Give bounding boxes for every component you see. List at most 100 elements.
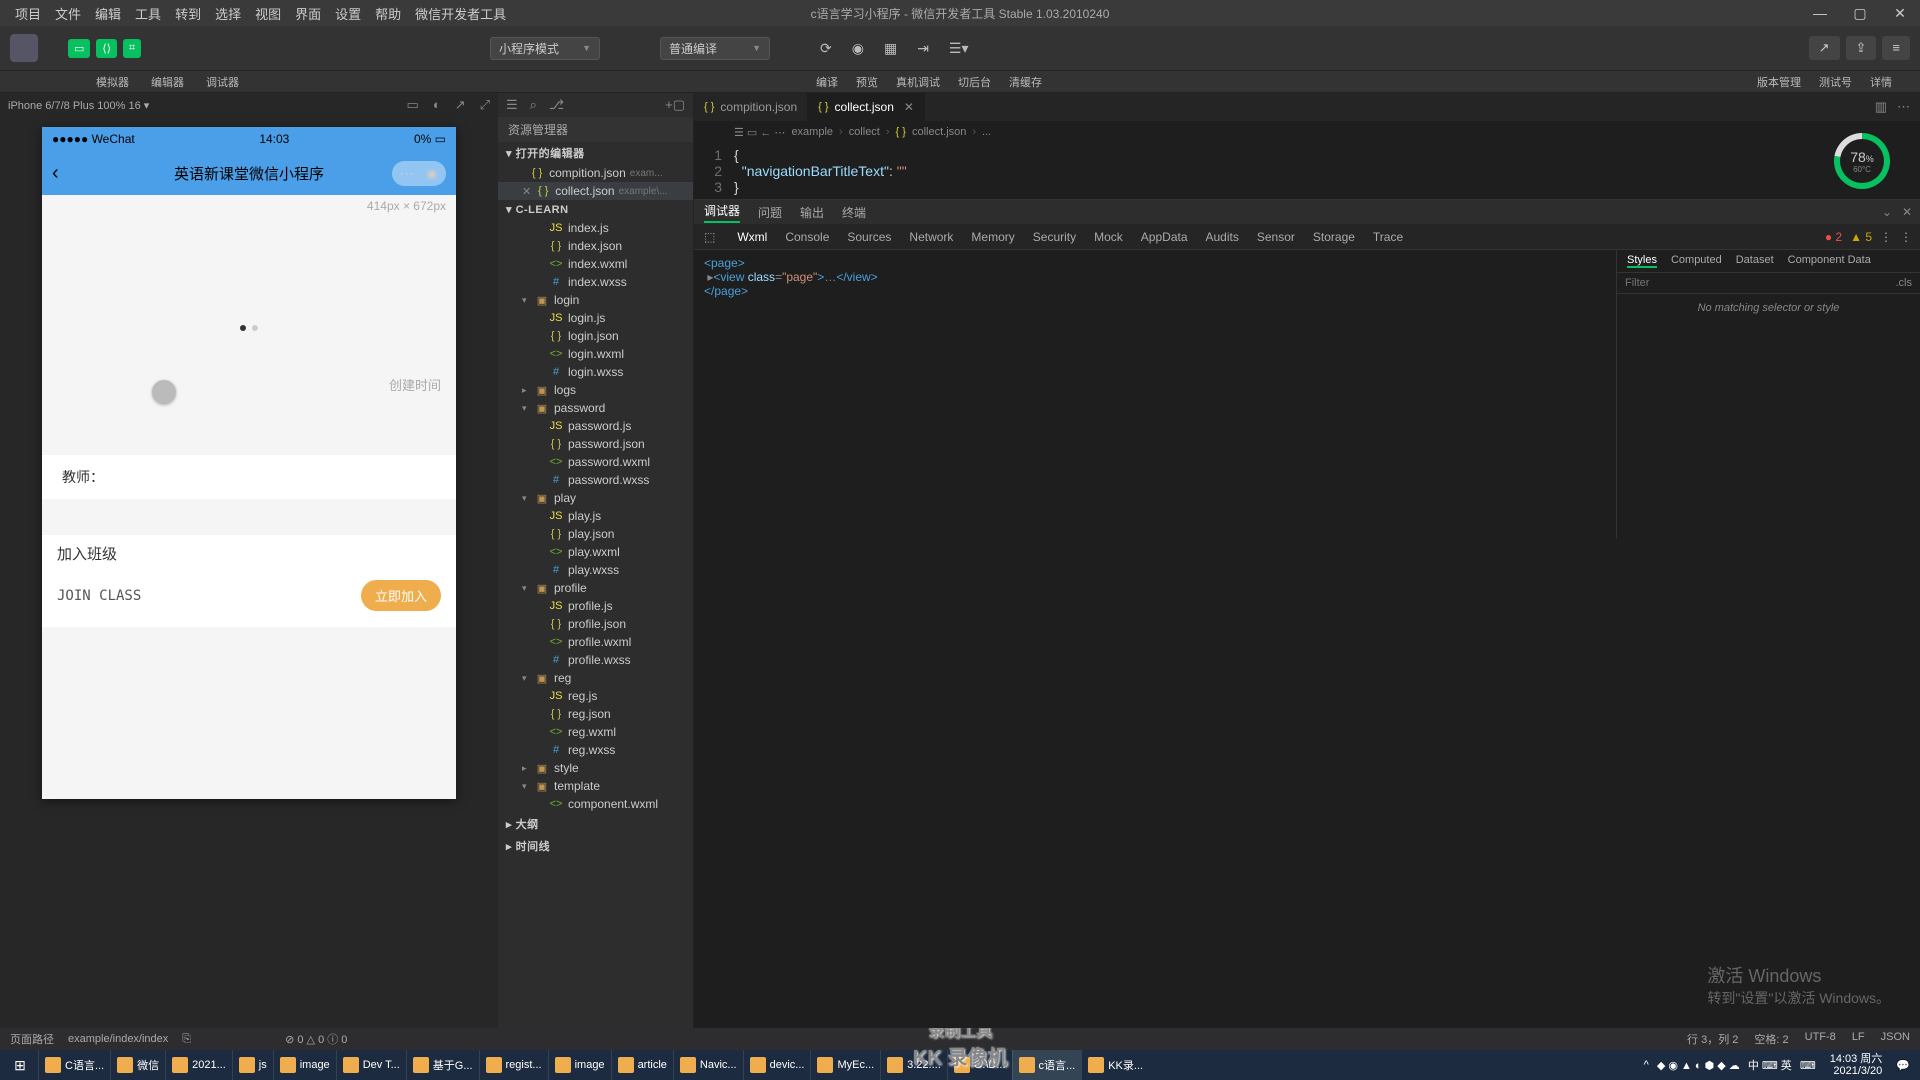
remote-debug-icon[interactable]: ▦: [874, 40, 907, 57]
tray-keyboard-icon[interactable]: ⌨: [1800, 1059, 1816, 1072]
taskbar-item[interactable]: regist...: [479, 1050, 548, 1080]
folder-logs[interactable]: ▸▣logs: [498, 381, 693, 399]
taskbar-item[interactable]: image: [548, 1050, 611, 1080]
styles-tab-Component Data[interactable]: Component Data: [1788, 254, 1871, 268]
devtab2-Trace[interactable]: Trace: [1373, 230, 1403, 244]
devtools-more2-icon[interactable]: ⋮: [1900, 230, 1912, 244]
menu-icon[interactable]: ☰: [506, 97, 518, 113]
code-editor[interactable]: 1{ 2 "navigationBarTitleText": "" 3}: [694, 143, 1920, 199]
capsule-menu[interactable]: ⋯◉: [392, 161, 446, 186]
taskbar-item[interactable]: 基于G...: [406, 1050, 479, 1080]
version-button[interactable]: ⇪: [1846, 36, 1877, 60]
inspect-icon[interactable]: ⬚: [704, 230, 715, 244]
file-play.wxss[interactable]: #play.wxss: [498, 561, 693, 579]
menu-帮助[interactable]: 帮助: [368, 7, 408, 22]
file-profile.wxml[interactable]: <>profile.wxml: [498, 633, 693, 651]
file-login.wxml[interactable]: <>login.wxml: [498, 345, 693, 363]
taskbar-item[interactable]: c语言...: [1012, 1050, 1082, 1080]
devtab2-Security[interactable]: Security: [1033, 230, 1076, 244]
devtab2-Console[interactable]: Console: [785, 230, 829, 244]
project-root[interactable]: ▾ C-LEARN: [498, 200, 693, 219]
taskbar-item[interactable]: image: [273, 1050, 336, 1080]
warning-badge[interactable]: ▲ 5: [1850, 230, 1872, 244]
mode-select[interactable]: 小程序模式▼: [490, 37, 600, 60]
open-file[interactable]: ✕{ }collect.jsonexample\...: [498, 182, 693, 200]
cls-toggle[interactable]: .cls: [1896, 277, 1913, 289]
devtab2-Network[interactable]: Network: [909, 230, 953, 244]
search-icon[interactable]: ⌕: [530, 97, 537, 113]
styles-tab-Styles[interactable]: Styles: [1627, 254, 1657, 268]
taskbar-item[interactable]: devic...: [743, 1050, 811, 1080]
folder-reg[interactable]: ▾▣reg: [498, 669, 693, 687]
devtools-more-icon[interactable]: ⋮: [1880, 230, 1892, 244]
file-profile.json[interactable]: { }profile.json: [498, 615, 693, 633]
devtab2-Storage[interactable]: Storage: [1313, 230, 1355, 244]
close-button[interactable]: ✕: [1880, 5, 1920, 22]
folder-style[interactable]: ▸▣style: [498, 759, 693, 777]
file-login.wxss[interactable]: #login.wxss: [498, 363, 693, 381]
taskbar-clock[interactable]: 14:03 周六 2021/3/20: [1824, 1053, 1889, 1077]
file-reg.wxml[interactable]: <>reg.wxml: [498, 723, 693, 741]
sim-icon-1[interactable]: ▭: [407, 97, 419, 113]
taskbar-item[interactable]: C语言...: [38, 1050, 110, 1080]
user-avatar[interactable]: [10, 34, 38, 62]
devtab1-终端[interactable]: 终端: [842, 204, 866, 221]
minimize-button[interactable]: —: [1800, 5, 1840, 22]
devtab2-Mock[interactable]: Mock: [1094, 230, 1123, 244]
editor-toggle[interactable]: ⟨⟩: [96, 39, 117, 58]
menu-设置[interactable]: 设置: [328, 7, 368, 22]
sim-icon-3[interactable]: ↗: [455, 97, 466, 113]
menu-选择[interactable]: 选择: [208, 7, 248, 22]
simulator-toggle[interactable]: ▭: [68, 39, 90, 58]
menu-界面[interactable]: 界面: [288, 7, 328, 22]
error-badge[interactable]: ● 2: [1825, 230, 1842, 244]
timeline-section[interactable]: ▸ 时间线: [498, 835, 693, 857]
devtools-close-icon[interactable]: ✕: [1902, 205, 1912, 219]
sim-icon-2[interactable]: ◐: [433, 97, 441, 113]
branch-icon[interactable]: ⎇: [549, 97, 564, 113]
copy-path-icon[interactable]: ⎘: [182, 1033, 191, 1046]
file-login.js[interactable]: JSlogin.js: [498, 309, 693, 327]
taskbar-item[interactable]: Dev T...: [336, 1050, 406, 1080]
devtab2-Audits[interactable]: Audits: [1206, 230, 1239, 244]
more-icon[interactable]: ⋯: [1897, 99, 1910, 115]
menu-视图[interactable]: 视图: [248, 7, 288, 22]
file-reg.wxss[interactable]: #reg.wxss: [498, 741, 693, 759]
performance-gauge[interactable]: 78% 60°C: [1834, 133, 1890, 189]
details-button[interactable]: ≡: [1882, 36, 1910, 60]
sim-icon-4[interactable]: ⤢: [480, 97, 490, 113]
file-index.wxss[interactable]: #index.wxss: [498, 273, 693, 291]
menu-转到[interactable]: 转到: [168, 7, 208, 22]
devtab2-AppData[interactable]: AppData: [1141, 230, 1188, 244]
wxml-tree[interactable]: <page> ▸<view class="page">…</view> </pa…: [694, 250, 1616, 539]
outline-section[interactable]: ▸ 大纲: [498, 813, 693, 835]
folder-play[interactable]: ▾▣play: [498, 489, 693, 507]
clear-cache-icon[interactable]: ☰▾: [939, 40, 979, 57]
file-reg.json[interactable]: { }reg.json: [498, 705, 693, 723]
taskbar-item[interactable]: MyEc...: [810, 1050, 880, 1080]
devtab2-Sensor[interactable]: Sensor: [1257, 230, 1295, 244]
start-button[interactable]: ⊞: [2, 1050, 38, 1080]
devtab1-输出[interactable]: 输出: [800, 204, 824, 221]
file-profile.js[interactable]: JSprofile.js: [498, 597, 693, 615]
compile-icon[interactable]: ⟳: [810, 40, 842, 57]
tab-compition.json[interactable]: { }compition.json: [694, 93, 808, 121]
taskbar-item[interactable]: js: [232, 1050, 273, 1080]
ime-indicator[interactable]: 中 ⌨ 英: [1748, 1057, 1792, 1073]
file-password.json[interactable]: { }password.json: [498, 435, 693, 453]
menu-工具[interactable]: 工具: [128, 7, 168, 22]
taskbar-item[interactable]: 2021...: [165, 1050, 232, 1080]
upload-button[interactable]: ↗: [1809, 36, 1840, 60]
file-index.json[interactable]: { }index.json: [498, 237, 693, 255]
devtab2-Wxml[interactable]: Wxml: [737, 230, 767, 244]
menu-微信开发者工具[interactable]: 微信开发者工具: [408, 7, 513, 22]
open-editors-section[interactable]: ▾ 打开的编辑器: [498, 142, 693, 164]
maximize-button[interactable]: ▢: [1840, 5, 1880, 22]
split-icon[interactable]: ▥: [1875, 99, 1887, 115]
folder-password[interactable]: ▾▣password: [498, 399, 693, 417]
breadcrumb[interactable]: ☰ ▭ ← ⋯ example› collect› { }collect.jso…: [694, 121, 1920, 143]
devtab2-Sources[interactable]: Sources: [847, 230, 891, 244]
taskbar-item[interactable]: article: [611, 1050, 673, 1080]
folder-template[interactable]: ▾▣template: [498, 777, 693, 795]
drag-handle[interactable]: [152, 380, 176, 404]
